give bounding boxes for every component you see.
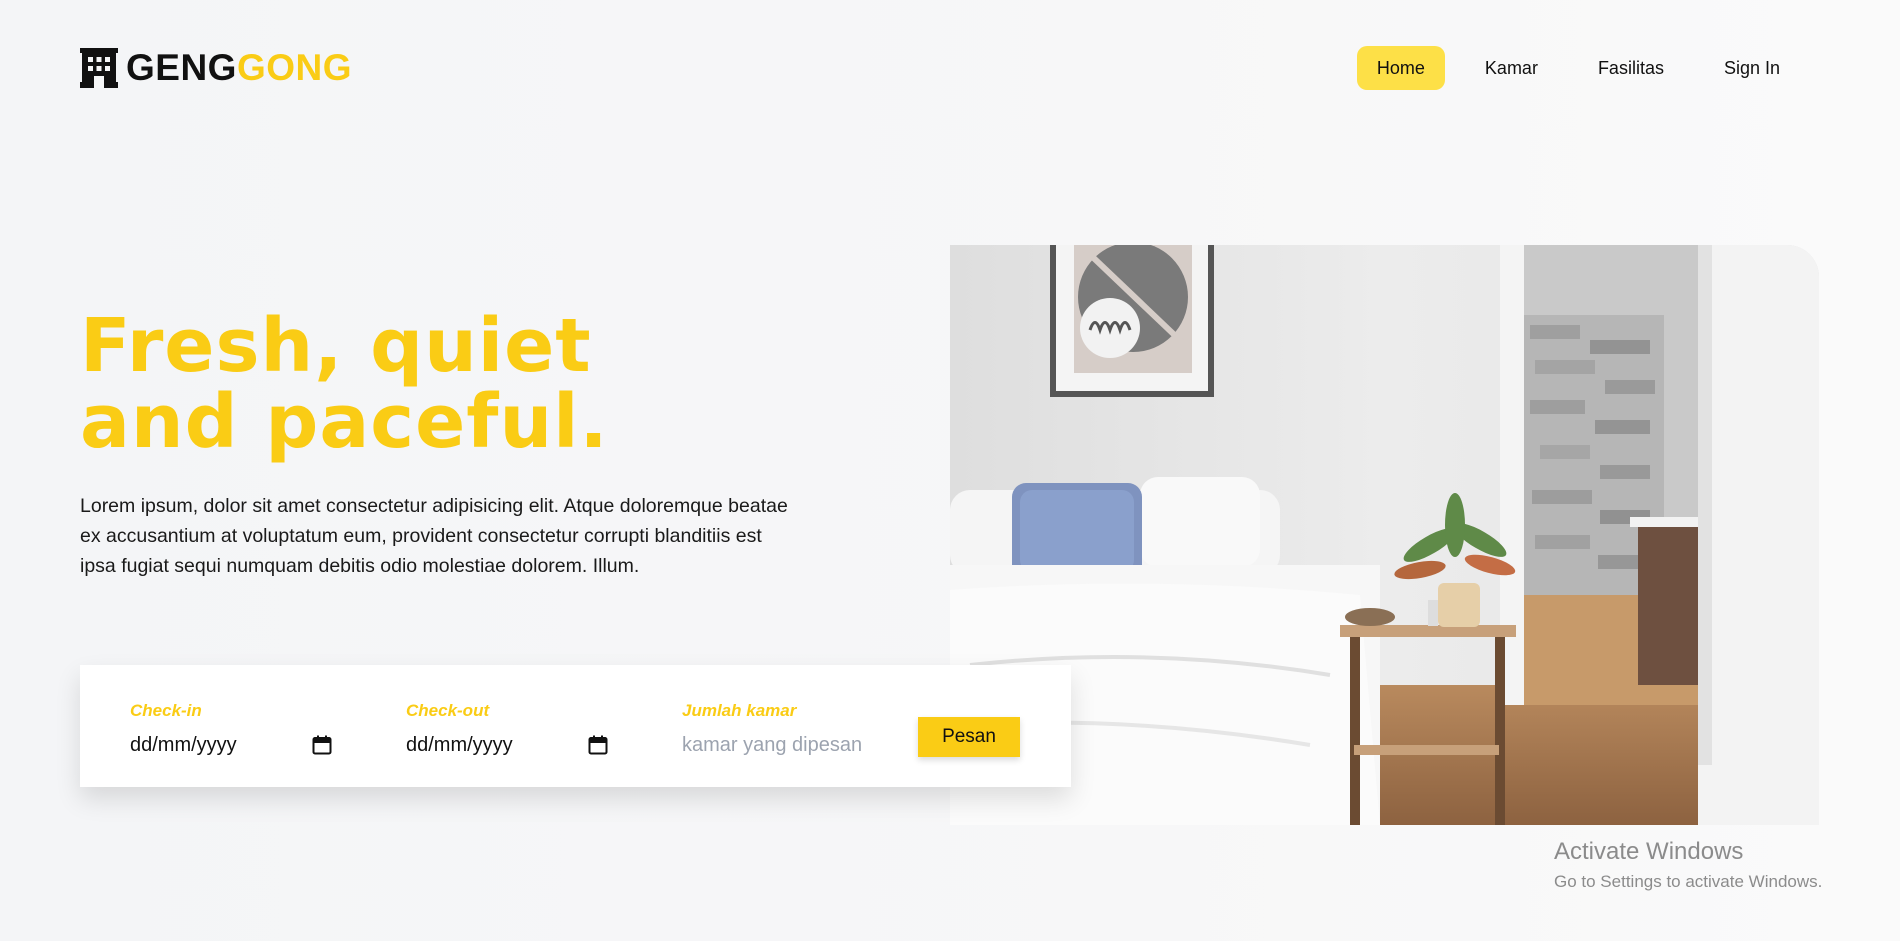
checkout-value: dd/mm/yyyy — [406, 733, 513, 756]
rooms-placeholder: kamar yang dipesan — [682, 733, 863, 756]
watermark-title: Activate Windows — [1554, 838, 1744, 865]
hero-headline: Fresh, quiet and paceful. — [80, 308, 609, 460]
checkout-label: Check-out — [406, 701, 490, 720]
nav-item-sign-in[interactable]: Sign In — [1704, 46, 1800, 90]
main-nav: Home Kamar Fasilitas Sign In — [1356, 46, 1800, 90]
rooms-label: Jumlah kamar — [682, 701, 797, 720]
checkout-field: Check-out dd/mm/yyyy — [406, 701, 608, 757]
rooms-field: Jumlah kamar kamar yang dipesan — [682, 701, 882, 757]
hero-description: Lorem ipsum, dolor sit amet consectetur … — [80, 495, 788, 577]
brand-name-part1: GENG — [126, 47, 237, 88]
checkin-field: Check-in dd/mm/yyyy — [130, 701, 332, 757]
windows-activation-watermark: Activate Windows Go to Settings to activ… — [1554, 838, 1822, 894]
rooms-input[interactable]: kamar yang dipesan — [682, 733, 882, 757]
brand-logo[interactable]: GENGGONG — [80, 48, 352, 88]
brand-name-part2: GONG — [236, 47, 353, 88]
landing-page: GENGGONG Home Kamar Fasilitas Sign In Fr… — [0, 0, 1900, 941]
watermark-subtitle: Go to Settings to activate Windows. — [1554, 872, 1823, 891]
building-icon — [80, 48, 118, 88]
checkin-input[interactable]: dd/mm/yyyy — [130, 733, 332, 757]
nav-item-fasilitas[interactable]: Fasilitas — [1578, 46, 1684, 90]
checkout-input[interactable]: dd/mm/yyyy — [406, 733, 608, 757]
pesan-button[interactable]: Pesan — [918, 717, 1020, 757]
checkin-value: dd/mm/yyyy — [130, 733, 237, 756]
hero-headline-line1: Fresh, quiet — [80, 303, 592, 389]
calendar-icon[interactable] — [312, 735, 332, 755]
booking-form: Check-in dd/mm/yyyy Check-out dd/mm/yyyy — [80, 665, 1071, 787]
nav-item-home[interactable]: Home — [1356, 46, 1445, 90]
brand-name: GENGGONG — [126, 48, 352, 88]
calendar-icon[interactable] — [588, 735, 608, 755]
bedroom-photo — [950, 245, 1819, 825]
checkin-label: Check-in — [130, 701, 202, 720]
nav-item-kamar[interactable]: Kamar — [1465, 46, 1558, 90]
hero-headline-line2: and paceful. — [80, 379, 609, 465]
